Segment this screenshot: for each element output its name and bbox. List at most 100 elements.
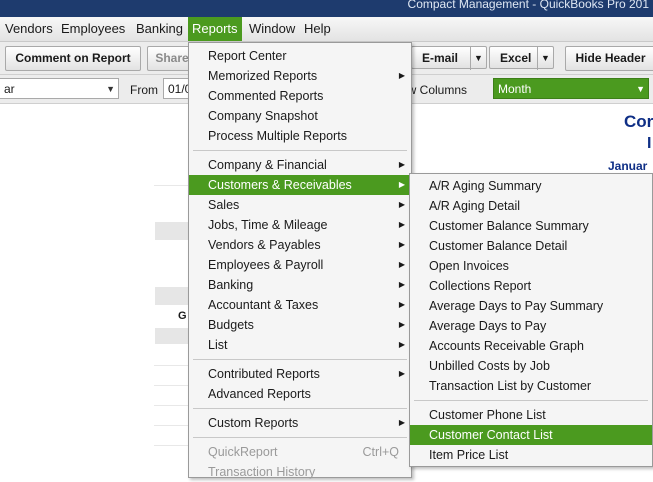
customers-receivables-submenu: A/R Aging Summary A/R Aging Detail Custo… [409, 173, 653, 467]
from-label: From [130, 83, 158, 97]
email-dropdown-icon[interactable]: ▼ [470, 47, 486, 70]
dates-select[interactable]: ar ▼ [0, 78, 119, 99]
menu-item-label: Banking [208, 278, 254, 292]
chevron-right-icon: ▶ [398, 160, 405, 169]
menu-item-budgets[interactable]: Budgets ▶ [189, 315, 411, 335]
menu-item-label: Employees & Payroll [208, 258, 324, 272]
columns-select[interactable]: Month ▼ [493, 78, 649, 99]
report-divider [154, 385, 188, 386]
menu-item-label: Average Days to Pay [429, 319, 547, 333]
menu-window[interactable]: Window [245, 17, 299, 41]
menu-item-label: Item Price List [429, 448, 509, 462]
menu-item-label: Vendors & Payables [208, 238, 321, 252]
menu-item-vendors-payables[interactable]: Vendors & Payables ▶ [189, 235, 411, 255]
menu-separator [193, 437, 407, 438]
menu-item-label: Company & Financial [208, 158, 327, 172]
menu-item-label: Open Invoices [429, 259, 509, 273]
menu-separator [414, 400, 648, 401]
menu-item-customers-receivables[interactable]: Customers & Receivables ▶ [189, 175, 411, 195]
menu-item-accountant-taxes[interactable]: Accountant & Taxes ▶ [189, 295, 411, 315]
submenu-item-collections-report[interactable]: Collections Report [410, 276, 652, 296]
chevron-down-icon: ▼ [106, 84, 115, 94]
report-title: I [647, 135, 652, 152]
menu-separator [193, 150, 407, 151]
chevron-right-icon: ▶ [398, 260, 405, 269]
menu-item-process-multiple-reports[interactable]: Process Multiple Reports [189, 126, 411, 146]
menu-vendors[interactable]: Vendors [1, 17, 57, 41]
shortcut-label: Ctrl+Q [362, 445, 399, 459]
submenu-item-ar-aging-detail[interactable]: A/R Aging Detail [410, 196, 652, 216]
menu-item-transaction-history[interactable]: Transaction History [189, 462, 411, 482]
menu-reports[interactable]: Reports [188, 17, 242, 41]
chevron-right-icon: ▶ [398, 180, 405, 189]
excel-dropdown-icon[interactable]: ▼ [537, 47, 553, 70]
menu-item-label: Customer Balance Detail [429, 239, 568, 253]
menu-item-label: Customers & Receivables [208, 178, 352, 192]
menu-item-label: Accounts Receivable Graph [429, 339, 584, 353]
submenu-item-accounts-receivable-graph[interactable]: Accounts Receivable Graph [410, 336, 652, 356]
menu-item-custom-reports[interactable]: Custom Reports ▶ [189, 413, 411, 433]
report-column-band [155, 328, 188, 344]
menu-item-label: QuickReport [208, 445, 278, 459]
menu-item-label: Accountant & Taxes [208, 298, 319, 312]
menu-banking[interactable]: Banking [132, 17, 187, 41]
menu-item-jobs-time-mileage[interactable]: Jobs, Time & Mileage ▶ [189, 215, 411, 235]
email-label: E-mail [422, 51, 459, 65]
menu-item-commented-reports[interactable]: Commented Reports [189, 86, 411, 106]
menu-item-label: Custom Reports [208, 416, 299, 430]
menu-item-label: Transaction History [208, 465, 316, 479]
report-divider [154, 185, 188, 186]
excel-button[interactable]: Excel ▼ [489, 46, 554, 70]
menu-item-label: Customer Balance Summary [429, 219, 589, 233]
chevron-right-icon: ▶ [398, 240, 405, 249]
submenu-item-open-invoices[interactable]: Open Invoices [410, 256, 652, 276]
menu-item-advanced-reports[interactable]: Advanced Reports [189, 384, 411, 404]
menu-bar: Vendors Employees Banking Reports Window… [0, 17, 653, 42]
email-button[interactable]: E-mail ▼ [411, 46, 487, 70]
submenu-item-customer-contact-list[interactable]: Customer Contact List [410, 425, 652, 445]
chevron-right-icon: ▶ [398, 340, 405, 349]
menu-item-label: Customer Phone List [429, 408, 546, 422]
menu-item-label: Unbilled Costs by Job [429, 359, 550, 373]
submenu-item-customer-balance-detail[interactable]: Customer Balance Detail [410, 236, 652, 256]
chevron-down-icon: ▼ [636, 84, 645, 94]
chevron-right-icon: ▶ [398, 300, 405, 309]
reports-menu: Report Center Memorized Reports ▶ Comment… [188, 42, 412, 479]
menu-item-sales[interactable]: Sales ▶ [189, 195, 411, 215]
menu-item-company-financial[interactable]: Company & Financial ▶ [189, 155, 411, 175]
menu-item-report-center[interactable]: Report Center [189, 46, 411, 66]
menu-item-label: Budgets [208, 318, 254, 332]
submenu-item-transaction-list-by-customer[interactable]: Transaction List by Customer [410, 376, 652, 396]
menu-item-memorized-reports[interactable]: Memorized Reports ▶ [189, 66, 411, 86]
submenu-item-item-price-list[interactable]: Item Price List [410, 445, 652, 465]
menu-item-label: Jobs, Time & Mileage [208, 218, 328, 232]
chevron-right-icon: ▶ [398, 320, 405, 329]
menu-item-label: Advanced Reports [208, 387, 311, 401]
menu-item-employees-payroll[interactable]: Employees & Payroll ▶ [189, 255, 411, 275]
title-bar: Compact Management - QuickBooks Pro 201 [0, 0, 653, 17]
report-column-header: G [178, 310, 187, 322]
menu-item-label: Process Multiple Reports [208, 129, 347, 143]
submenu-item-average-days-to-pay[interactable]: Average Days to Pay [410, 316, 652, 336]
menu-item-contributed-reports[interactable]: Contributed Reports ▶ [189, 364, 411, 384]
report-column-band [155, 287, 188, 305]
submenu-item-ar-aging-summary[interactable]: A/R Aging Summary [410, 176, 652, 196]
chevron-right-icon: ▶ [398, 369, 405, 378]
chevron-right-icon: ▶ [398, 418, 405, 427]
submenu-item-customer-phone-list[interactable]: Customer Phone List [410, 405, 652, 425]
comment-on-report-button[interactable]: Comment on Report [5, 46, 141, 71]
window-title: Compact Management - QuickBooks Pro 201 [407, 0, 649, 11]
menu-employees[interactable]: Employees [57, 17, 129, 41]
menu-separator [193, 408, 407, 409]
hide-header-button[interactable]: Hide Header [565, 46, 653, 71]
menu-item-banking[interactable]: Banking ▶ [189, 275, 411, 295]
menu-item-list[interactable]: List ▶ [189, 335, 411, 355]
submenu-item-unbilled-costs-by-job[interactable]: Unbilled Costs by Job [410, 356, 652, 376]
menu-item-label: Contributed Reports [208, 367, 320, 381]
menu-item-company-snapshot[interactable]: Company Snapshot [189, 106, 411, 126]
menu-item-quickreport[interactable]: QuickReport Ctrl+Q [189, 442, 411, 462]
menu-item-label: Average Days to Pay Summary [429, 299, 604, 313]
submenu-item-customer-balance-summary[interactable]: Customer Balance Summary [410, 216, 652, 236]
submenu-item-average-days-to-pay-summary[interactable]: Average Days to Pay Summary [410, 296, 652, 316]
menu-help[interactable]: Help [300, 17, 335, 41]
